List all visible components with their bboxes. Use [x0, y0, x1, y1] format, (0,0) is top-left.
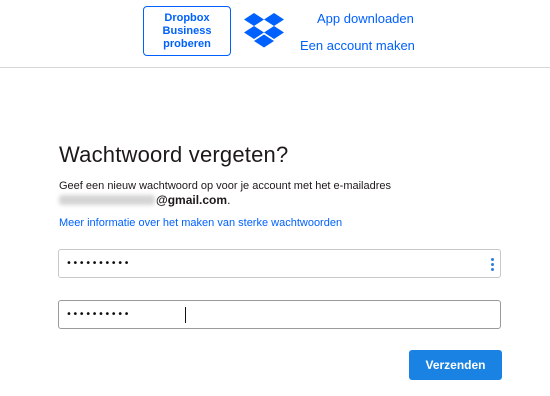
email-domain: @gmail.com	[156, 193, 228, 207]
description-text: Geef een nieuw wachtwoord op voor je acc…	[59, 180, 392, 192]
page: Dropbox Business proberen App downloaden…	[0, 0, 550, 396]
email-suffix: .	[227, 193, 231, 207]
download-app-link[interactable]: App downloaden	[317, 11, 414, 26]
new-password-input[interactable]	[59, 250, 500, 277]
header: Dropbox Business proberen App downloaden…	[0, 0, 550, 68]
password-info-link[interactable]: Meer informatie over het maken van sterk…	[59, 217, 342, 229]
email-address: @gmail.com .	[59, 193, 230, 207]
try-business-button[interactable]: Dropbox Business proberen	[143, 6, 231, 56]
create-account-link[interactable]: Een account maken	[300, 38, 415, 53]
dropbox-logo-icon[interactable]	[244, 12, 284, 50]
page-title: Wachtwoord vergeten?	[59, 142, 289, 167]
redacted-email-user	[59, 195, 155, 205]
confirm-password-field	[58, 300, 501, 329]
text-cursor	[185, 307, 186, 323]
submit-button[interactable]: Verzenden	[409, 350, 502, 380]
confirm-password-input[interactable]	[59, 301, 500, 328]
new-password-field	[58, 249, 501, 278]
vertical-dots-icon[interactable]	[490, 258, 494, 271]
